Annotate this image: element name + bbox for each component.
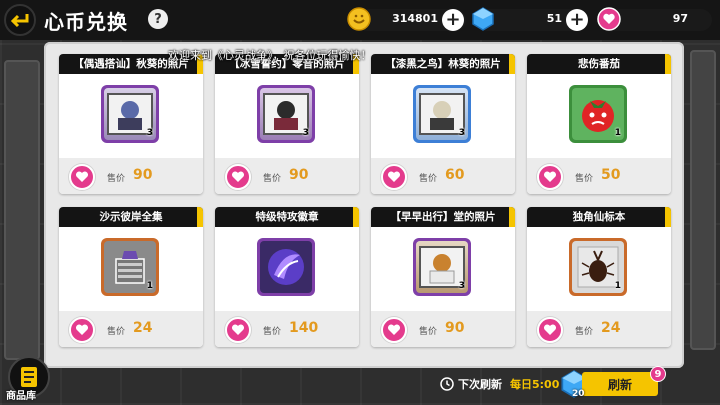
item-quantity: 1 <box>146 281 153 291</box>
refresh-count-badge: 9 <box>650 366 666 382</box>
refresh-time: 每日5:00 <box>510 378 560 391</box>
item-quantity: 1 <box>614 128 621 138</box>
refresh-prefix: 下次刷新 <box>458 378 502 391</box>
shop-item-card[interactable]: 特级特攻徽章 售价 140 <box>215 207 359 347</box>
heart-coin-icon <box>381 164 407 190</box>
item-frame: 3 <box>413 85 471 143</box>
item-price: 24 <box>133 320 153 336</box>
gold-value: 314801 <box>392 12 438 25</box>
item-frame: 3 <box>413 238 471 296</box>
item-price: 140 <box>289 320 319 336</box>
price-label: 售价 <box>107 174 126 184</box>
heart-coin-icon <box>69 164 95 190</box>
refresh-info: 下次刷新 每日5:00 <box>440 376 559 392</box>
photo-icon: 3 <box>260 88 312 140</box>
gold-coin-icon <box>346 6 372 32</box>
item-name: 特级特攻徽章 <box>215 207 359 227</box>
item-price: 60 <box>445 167 465 183</box>
item-name: 悲伤番茄 <box>527 54 671 74</box>
book-icon: 1 <box>104 241 156 293</box>
item-price: 90 <box>289 167 309 183</box>
item-frame: 1 <box>101 238 159 296</box>
refresh-button[interactable]: 刷新 <box>582 372 658 396</box>
heart-coin-icon <box>225 317 251 343</box>
price-label: 售价 <box>419 327 438 337</box>
item-frame: 3 <box>257 85 315 143</box>
item-price: 24 <box>601 320 621 336</box>
add-crystal-button[interactable]: + <box>566 9 588 31</box>
heart-coin-icon <box>225 164 251 190</box>
back-button[interactable] <box>4 4 36 36</box>
heart-coin-icon <box>596 6 622 32</box>
price-label: 售价 <box>263 327 282 337</box>
item-frame <box>257 238 315 296</box>
heart-value: 97 <box>672 12 688 25</box>
item-name: 【早早出行】堂的照片 <box>371 207 515 227</box>
shop-item-card[interactable]: 【偶遇搭讪】秋葵的照片 3 售价 90 <box>59 54 203 194</box>
item-quantity: 3 <box>146 128 153 138</box>
badge-icon <box>260 241 312 293</box>
map-tile <box>4 60 40 360</box>
crystal-icon <box>470 6 496 32</box>
price-label: 售价 <box>575 327 594 337</box>
item-quantity: 3 <box>458 128 465 138</box>
tomato-icon: 1 <box>572 88 624 140</box>
item-quantity: 3 <box>458 281 465 291</box>
item-frame: 3 <box>101 85 159 143</box>
clock-icon <box>440 377 454 391</box>
page-title: 心币兑换 <box>44 10 128 34</box>
item-name: 独角仙标本 <box>527 207 671 227</box>
announcement-marquee: 欢迎来到《心灵战争》，祝各位玩得愉快！ <box>168 49 372 62</box>
photo-icon: 3 <box>416 241 468 293</box>
crystal-value: 51 <box>546 12 562 25</box>
price-label: 售价 <box>107 327 126 337</box>
item-quantity: 3 <box>302 128 309 138</box>
item-price: 90 <box>445 320 465 336</box>
shop-item-card[interactable]: 悲伤番茄 1 售价 50 <box>527 54 671 194</box>
photo-icon: 3 <box>416 88 468 140</box>
shop-item-card[interactable]: 【早早出行】堂的照片 3 售价 90 <box>371 207 515 347</box>
shop-item-card[interactable]: 【漆黑之鸟】林葵的照片 3 售价 60 <box>371 54 515 194</box>
heart-coin-icon <box>381 317 407 343</box>
item-name: 【漆黑之鸟】林葵的照片 <box>371 54 515 74</box>
add-gold-button[interactable]: + <box>442 9 464 31</box>
shop-library-label: 商品库 <box>6 391 36 402</box>
refresh-cost: 20 <box>572 389 585 399</box>
back-arrow-icon <box>10 14 29 28</box>
heart-coin-icon <box>537 164 563 190</box>
item-frame: 1 <box>569 85 627 143</box>
item-name: 沙示彼岸全集 <box>59 207 203 227</box>
item-quantity: 1 <box>614 281 621 291</box>
shop-item-card[interactable]: 【冰雪誓约】零音的照片 3 售价 90 <box>215 54 359 194</box>
help-button[interactable]: ? <box>148 9 168 29</box>
item-frame: 1 <box>569 238 627 296</box>
price-label: 售价 <box>263 174 282 184</box>
heart-coin-icon <box>69 317 95 343</box>
beetle-icon: 1 <box>572 241 624 293</box>
shop-library-icon <box>21 367 37 387</box>
price-label: 售价 <box>419 174 438 184</box>
map-tile <box>690 50 716 350</box>
photo-icon: 3 <box>104 88 156 140</box>
price-label: 售价 <box>575 174 594 184</box>
item-price: 50 <box>601 167 621 183</box>
heart-coin-icon <box>537 317 563 343</box>
shop-item-card[interactable]: 沙示彼岸全集 1 售价 24 <box>59 207 203 347</box>
item-price: 90 <box>133 167 153 183</box>
shop-item-card[interactable]: 独角仙标本 1 售价 24 <box>527 207 671 347</box>
